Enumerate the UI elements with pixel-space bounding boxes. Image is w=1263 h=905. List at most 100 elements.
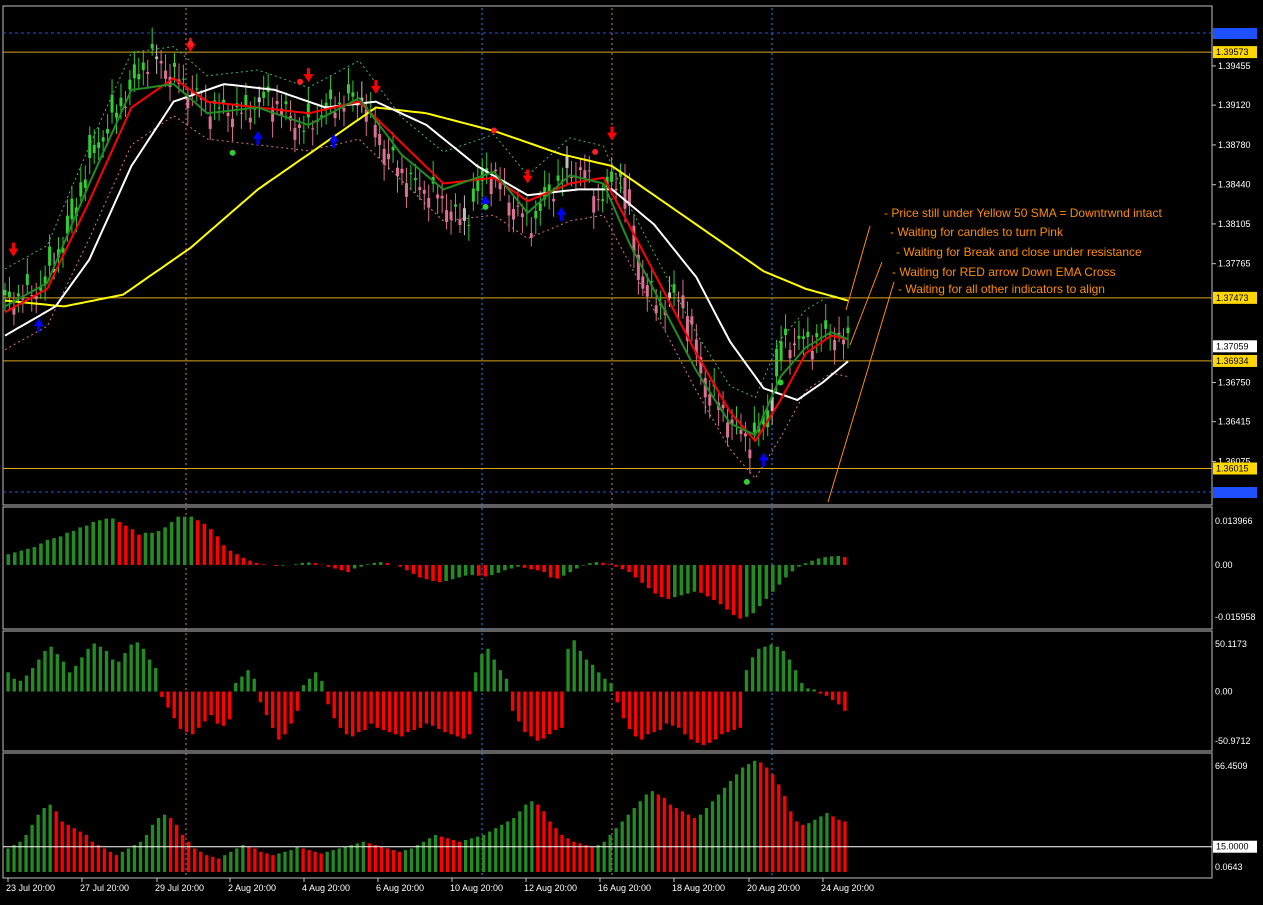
candle-body: [587, 170, 591, 172]
candle-body: [668, 292, 672, 298]
candle-body: [155, 56, 159, 59]
time-label: 23 Jul 20:00: [6, 883, 55, 893]
annotation-notes: - Price still under Yellow 50 SMA = Down…: [827, 206, 1162, 503]
candle-body: [538, 203, 542, 211]
annotation-pointer-2: [849, 261, 883, 346]
candle-body: [801, 336, 805, 339]
annotation-1: - Price still under Yellow 50 SMA = Down…: [884, 206, 1162, 220]
candle-body: [132, 64, 136, 79]
candle-body: [79, 182, 83, 197]
candle-body: [146, 72, 150, 74]
fractal-high-dot: [297, 78, 304, 85]
candle-body: [534, 210, 538, 219]
candle-body: [494, 169, 498, 172]
session-separators: [185, 8, 773, 878]
oscillator-3-panel[interactable]: 66.4509 15.0000 0.0643: [3, 760, 1257, 872]
fractal-low-dot: [743, 478, 750, 485]
candle-body: [806, 331, 810, 337]
sell-arrow-icon: [522, 169, 533, 184]
candle-body: [810, 350, 814, 360]
candle-body: [297, 124, 301, 129]
candle-body: [748, 449, 752, 459]
price-tick-label: 1.38440: [1218, 180, 1251, 190]
upper-envelope: [4, 46, 849, 399]
candle-body: [654, 305, 658, 314]
fractal-high-dot: [490, 127, 497, 134]
candle-body: [284, 101, 288, 105]
candle-body: [436, 194, 440, 199]
price-tick-label: 1.39455: [1218, 61, 1251, 71]
price-level-tag-label: 1.36934: [1216, 356, 1249, 366]
time-label: 6 Aug 20:00: [376, 883, 424, 893]
current-price-tag-label: 1.37059: [1216, 341, 1249, 351]
candle-body: [489, 177, 493, 195]
candle-body: [7, 291, 11, 297]
candle-body: [449, 211, 453, 220]
time-label: 2 Aug 20:00: [228, 883, 276, 893]
scale-label: 50.1173: [1215, 639, 1247, 649]
scale-label: -0.015958: [1215, 612, 1256, 622]
candle-body: [329, 89, 333, 100]
osc3-panel-frame: [2, 752, 1213, 879]
candle-body: [556, 175, 560, 181]
price-panel[interactable]: [3, 27, 1212, 493]
candle-body: [226, 112, 230, 117]
price-tick-label: 1.38105: [1218, 219, 1251, 229]
candle-body: [552, 198, 556, 202]
scale-label: 0.00: [1215, 687, 1233, 697]
candle-body: [351, 92, 355, 97]
candle-body: [110, 94, 114, 113]
candle-body: [387, 153, 391, 160]
time-axis: 23 Jul 20:00 27 Jul 20:00 29 Jul 20:00 2 Au…: [6, 878, 874, 893]
candle-body: [275, 101, 279, 105]
candle-body: [418, 187, 422, 191]
time-label: 20 Aug 20:00: [747, 883, 800, 893]
candle-body: [846, 327, 850, 334]
oscillator-2-panel[interactable]: 50.1173 0.00 -50.9712: [6, 639, 1251, 746]
candle-body: [690, 316, 694, 325]
candle-body: [645, 285, 649, 297]
fractal-low-dot: [777, 379, 784, 386]
annotation-5: - Waiting for all other indicators to al…: [898, 282, 1105, 296]
candle-body: [458, 219, 462, 226]
trading-chart[interactable]: 0.013966 0.00 -0.015958 50.1173 0.00 -50.971…: [0, 0, 1263, 905]
candle-body: [21, 298, 25, 300]
candle-body: [195, 88, 199, 90]
candle-body: [181, 78, 185, 80]
candle-body: [106, 129, 110, 134]
lower-envelope: [4, 115, 849, 480]
candle-body: [726, 422, 730, 438]
candle-body: [797, 335, 801, 339]
price-tick-label: 1.38780: [1218, 140, 1251, 150]
candle-body: [614, 188, 618, 191]
candle-body: [788, 349, 792, 359]
candle-body: [601, 199, 605, 201]
oscillator-1-panel[interactable]: 0.013966 0.00 -0.015958: [6, 516, 1256, 622]
buy-arrow-icon: [328, 133, 339, 148]
candle-body: [311, 128, 315, 130]
time-label: 24 Aug 20:00: [821, 883, 874, 893]
price-tick-label: 1.36415: [1218, 417, 1251, 427]
candle-body: [721, 404, 725, 409]
candle-body: [48, 246, 52, 266]
candle-body: [137, 74, 141, 80]
fractal-high-dot: [592, 148, 599, 155]
candle-body: [378, 133, 382, 146]
time-label: 27 Jul 20:00: [80, 883, 129, 893]
candle-body: [708, 394, 712, 406]
candle-body: [101, 137, 105, 142]
candle-body: [373, 124, 377, 138]
candle-body: [248, 117, 252, 123]
candle-body: [70, 198, 74, 220]
candle-body: [752, 422, 756, 433]
candle-body: [346, 84, 350, 94]
candle-body: [520, 213, 524, 218]
candle-body: [592, 196, 596, 213]
candle-body: [815, 333, 819, 337]
candle-body: [97, 142, 101, 148]
candle-body: [141, 62, 145, 70]
sell-arrow-icon: [8, 242, 19, 257]
fractal-high-dot: [187, 40, 194, 47]
candle-body: [150, 43, 154, 49]
green-ema-line: [4, 83, 849, 437]
